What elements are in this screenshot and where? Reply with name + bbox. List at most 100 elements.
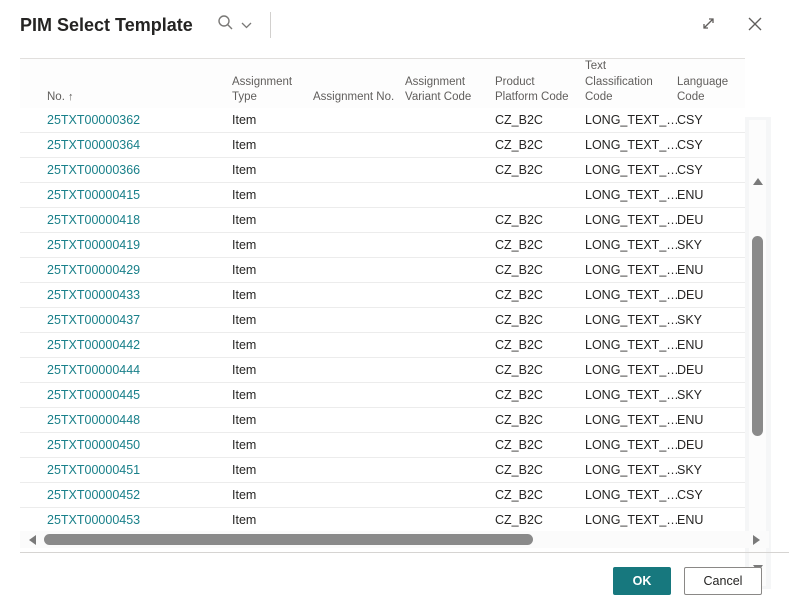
table-row[interactable]: 25TXT00000418 Item CZ_B2C LONG_TEXT_… DE…: [20, 208, 745, 233]
table-row[interactable]: 25TXT00000453 Item CZ_B2C LONG_TEXT_… EN…: [20, 508, 745, 533]
window-controls: [700, 15, 767, 35]
column-header-language-code[interactable]: Language Code: [677, 75, 745, 106]
cell-language-code: ENU: [677, 188, 704, 202]
cell-assignment-type: Item: [232, 313, 257, 327]
cell-product-platform-code: CZ_B2C: [495, 238, 543, 252]
column-header-no[interactable]: No. ↑: [47, 90, 232, 106]
table-row[interactable]: 25TXT00000445 Item CZ_B2C LONG_TEXT_… SK…: [20, 383, 745, 408]
no-link[interactable]: 25TXT00000452: [47, 488, 140, 502]
column-header-assignment-variant-code[interactable]: Assignment Variant Code: [405, 75, 495, 106]
table-row[interactable]: 25TXT00000433 Item CZ_B2C LONG_TEXT_… DE…: [20, 283, 745, 308]
title-bar: PIM Select Template: [0, 0, 789, 50]
cell-assignment-type: Item: [232, 388, 257, 402]
cell-text-classification-code: LONG_TEXT_…: [585, 388, 677, 402]
footer-divider: [20, 552, 789, 553]
vertical-scrollbar-thumb[interactable]: [752, 236, 763, 436]
table-row[interactable]: 25TXT00000366 Item CZ_B2C LONG_TEXT_… CS…: [20, 158, 745, 183]
cell-assignment-type: Item: [232, 363, 257, 377]
no-link[interactable]: 25TXT00000429: [47, 263, 140, 277]
close-button[interactable]: [747, 16, 763, 35]
cancel-button[interactable]: Cancel: [684, 567, 762, 595]
cell-assignment-type: Item: [232, 138, 257, 152]
no-link[interactable]: 25TXT00000364: [47, 138, 140, 152]
table-row[interactable]: 25TXT00000364 Item CZ_B2C LONG_TEXT_… CS…: [20, 133, 745, 158]
no-link[interactable]: 25TXT00000419: [47, 238, 140, 252]
cell-text-classification-code: LONG_TEXT_…: [585, 338, 677, 352]
search-button[interactable]: [217, 14, 252, 36]
expand-icon: [700, 15, 717, 35]
cell-text-classification-code: LONG_TEXT_…: [585, 513, 677, 527]
cell-product-platform-code: CZ_B2C: [495, 488, 543, 502]
scroll-right-arrow-icon[interactable]: [753, 535, 760, 545]
column-header-product-platform-code[interactable]: Product Platform Code: [495, 75, 585, 106]
column-header-assignment-type[interactable]: Assignment Type: [232, 75, 313, 106]
cell-text-classification-code: LONG_TEXT_…: [585, 363, 677, 377]
no-link[interactable]: 25TXT00000437: [47, 313, 140, 327]
no-link[interactable]: 25TXT00000366: [47, 163, 140, 177]
cell-product-platform-code: CZ_B2C: [495, 213, 543, 227]
cell-product-platform-code: CZ_B2C: [495, 313, 543, 327]
cell-language-code: CSY: [677, 163, 703, 177]
column-header-assignment-no[interactable]: Assignment No.: [313, 90, 405, 106]
cell-language-code: DEU: [677, 438, 704, 452]
table-row[interactable]: 25TXT00000419 Item CZ_B2C LONG_TEXT_… SK…: [20, 233, 745, 258]
cell-text-classification-code: LONG_TEXT_…: [585, 488, 677, 502]
no-link[interactable]: 25TXT00000433: [47, 288, 140, 302]
table-row[interactable]: 25TXT00000362 Item CZ_B2C LONG_TEXT_… CS…: [20, 108, 745, 133]
table-row[interactable]: 25TXT00000450 Item CZ_B2C LONG_TEXT_… DE…: [20, 433, 745, 458]
cell-product-platform-code: CZ_B2C: [495, 338, 543, 352]
scroll-up-arrow-icon[interactable]: [753, 178, 763, 185]
cell-text-classification-code: LONG_TEXT_…: [585, 263, 677, 277]
no-link[interactable]: 25TXT00000453: [47, 513, 140, 527]
table-row[interactable]: 25TXT00000437 Item CZ_B2C LONG_TEXT_… SK…: [20, 308, 745, 333]
no-link[interactable]: 25TXT00000451: [47, 463, 140, 477]
cell-assignment-type: Item: [232, 513, 257, 527]
scroll-left-arrow-icon[interactable]: [29, 535, 36, 545]
cell-text-classification-code: LONG_TEXT_…: [585, 163, 677, 177]
table-row[interactable]: 25TXT00000415 Item LONG_TEXT_… ENU: [20, 183, 745, 208]
table-body: 25TXT00000362 Item CZ_B2C LONG_TEXT_… CS…: [20, 108, 745, 533]
no-link[interactable]: 25TXT00000444: [47, 363, 140, 377]
no-link[interactable]: 25TXT00000445: [47, 388, 140, 402]
table-row[interactable]: 25TXT00000451 Item CZ_B2C LONG_TEXT_… SK…: [20, 458, 745, 483]
titlebar-divider: [269, 12, 271, 38]
cell-product-platform-code: CZ_B2C: [495, 288, 543, 302]
table-row[interactable]: 25TXT00000444 Item CZ_B2C LONG_TEXT_… DE…: [20, 358, 745, 383]
cell-language-code: CSY: [677, 138, 703, 152]
chevron-down-icon[interactable]: [241, 16, 252, 34]
expand-button[interactable]: [700, 15, 717, 35]
cell-assignment-type: Item: [232, 263, 257, 277]
table-row[interactable]: 25TXT00000452 Item CZ_B2C LONG_TEXT_… CS…: [20, 483, 745, 508]
no-link[interactable]: 25TXT00000418: [47, 213, 140, 227]
no-link[interactable]: 25TXT00000448: [47, 413, 140, 427]
ok-button[interactable]: OK: [613, 567, 671, 595]
cell-assignment-type: Item: [232, 463, 257, 477]
table-row[interactable]: 25TXT00000448 Item CZ_B2C LONG_TEXT_… EN…: [20, 408, 745, 433]
column-header-text-classification-code[interactable]: Text Classification Code: [585, 59, 677, 106]
table-row[interactable]: 25TXT00000429 Item CZ_B2C LONG_TEXT_… EN…: [20, 258, 745, 283]
footer: OK Cancel: [613, 567, 762, 595]
cell-text-classification-code: LONG_TEXT_…: [585, 438, 677, 452]
cell-language-code: SKY: [677, 388, 703, 402]
table-row[interactable]: 25TXT00000442 Item CZ_B2C LONG_TEXT_… EN…: [20, 333, 745, 358]
cell-product-platform-code: CZ_B2C: [495, 438, 543, 452]
no-link[interactable]: 25TXT00000442: [47, 338, 140, 352]
no-link[interactable]: 25TXT00000415: [47, 188, 140, 202]
no-link[interactable]: 25TXT00000362: [47, 113, 140, 127]
table: No. ↑ Assignment Type Assignment No. Ass…: [0, 58, 789, 589]
cell-assignment-type: Item: [232, 238, 257, 252]
cell-language-code: DEU: [677, 213, 704, 227]
close-icon: [747, 16, 763, 35]
cell-product-platform-code: CZ_B2C: [495, 113, 543, 127]
no-link[interactable]: 25TXT00000450: [47, 438, 140, 452]
cell-assignment-type: Item: [232, 288, 257, 302]
vertical-scrollbar[interactable]: [749, 120, 766, 586]
horizontal-scrollbar[interactable]: [20, 531, 769, 548]
cell-language-code: DEU: [677, 363, 704, 377]
search-icon[interactable]: [217, 14, 234, 36]
horizontal-scrollbar-thumb[interactable]: [44, 534, 533, 545]
cell-language-code: ENU: [677, 413, 704, 427]
cell-language-code: ENU: [677, 513, 704, 527]
cell-product-platform-code: CZ_B2C: [495, 263, 543, 277]
cell-product-platform-code: CZ_B2C: [495, 513, 543, 527]
